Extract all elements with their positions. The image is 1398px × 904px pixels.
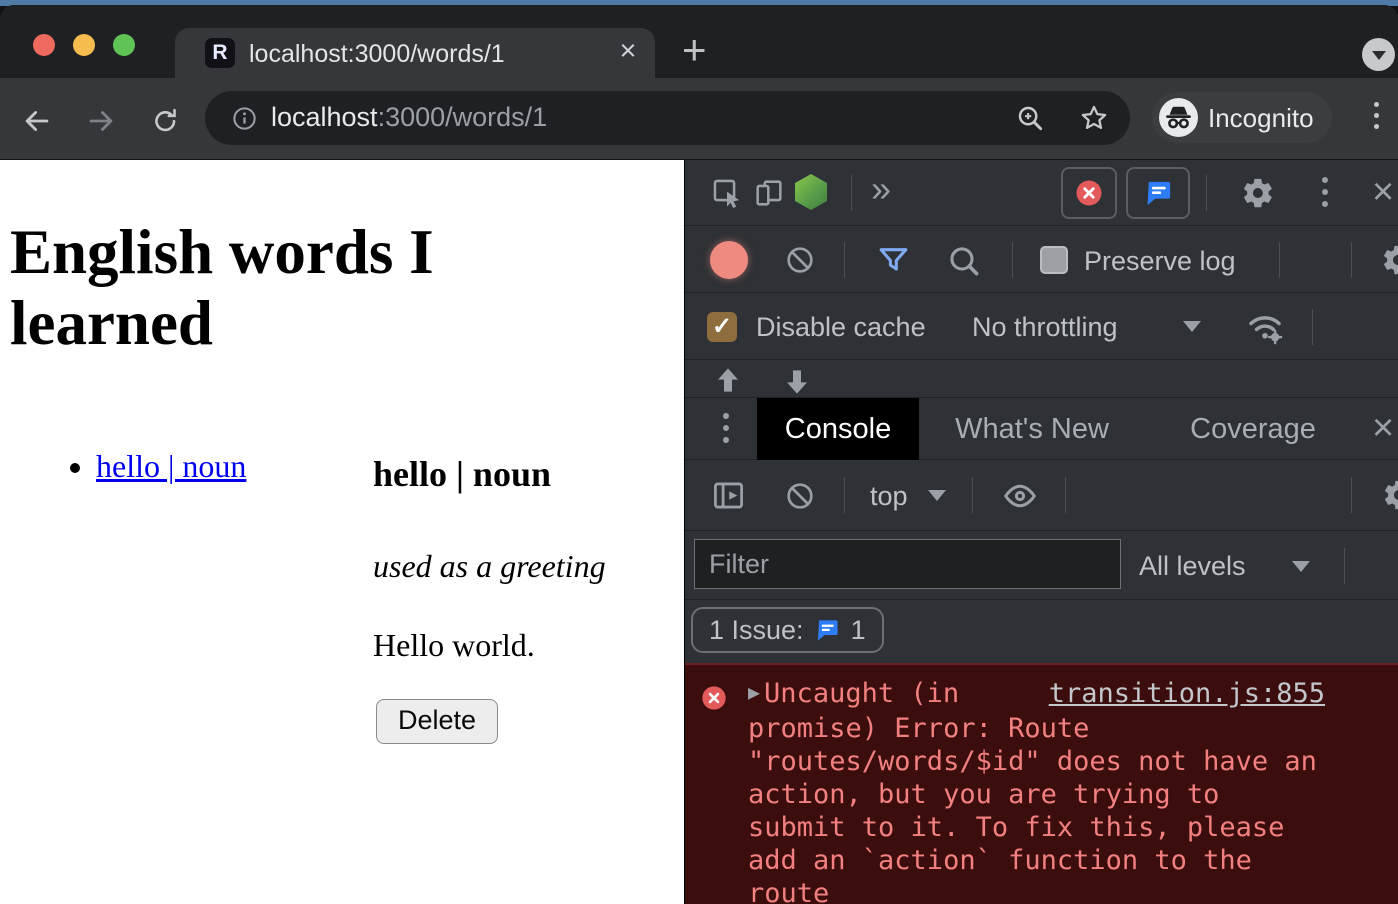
network-har-row	[685, 361, 1398, 398]
traffic-light-minimize[interactable]	[73, 34, 95, 56]
incognito-icon	[1159, 98, 1198, 137]
expand-triangle-icon[interactable]: ▶	[748, 676, 760, 709]
chevron-down-icon	[1372, 51, 1386, 60]
bookmark-star-icon[interactable]	[1079, 103, 1109, 133]
word-example: Hello world.	[373, 627, 535, 664]
issues-button[interactable]	[1126, 167, 1190, 219]
nodejs-icon[interactable]	[795, 174, 827, 210]
error-message-text: Uncaught (in promise) Error: Route "rout…	[748, 678, 1317, 904]
devtools-main-toolbar: » ×	[685, 160, 1398, 226]
drawer-close-icon[interactable]: ×	[1372, 409, 1394, 447]
page-title: English words I learned	[10, 217, 610, 359]
tab-strip: R localhost:3000/words/1 × +	[0, 5, 1398, 78]
word-definition: used as a greeting	[373, 548, 606, 585]
execution-context-select[interactable]: top	[870, 481, 908, 511]
traffic-light-close[interactable]	[33, 34, 55, 56]
forward-button[interactable]	[84, 104, 118, 138]
tab-coverage[interactable]: Coverage	[1188, 398, 1318, 460]
url-host: localhost	[271, 102, 378, 132]
network-conditions-icon[interactable]	[1244, 306, 1286, 348]
issue-label: 1 Issue:	[709, 615, 804, 645]
device-toolbar-icon[interactable]	[752, 176, 786, 210]
disable-cache-checkbox[interactable]: ✓	[707, 312, 737, 342]
error-badge-button[interactable]	[1061, 167, 1117, 219]
tab-close-icon[interactable]: ×	[613, 35, 643, 69]
console-toolbar: top	[685, 460, 1398, 531]
preserve-log-checkbox[interactable]	[1040, 246, 1068, 274]
import-har-icon[interactable]	[712, 365, 744, 397]
clear-network-icon[interactable]	[784, 244, 816, 276]
reload-button[interactable]	[150, 106, 184, 140]
zoom-icon[interactable]	[1015, 103, 1045, 133]
word-detail-panel: hello | noun used as a greeting Hello wo…	[373, 453, 678, 904]
devtools-panel: » ×	[684, 160, 1398, 904]
network-toolbar: Preserve log	[685, 227, 1398, 293]
search-icon[interactable]	[945, 242, 982, 279]
browser-toolbar: localhost:3000/words/1 Incognito	[0, 78, 1398, 160]
url-path: :3000/words/1	[378, 102, 548, 132]
inspect-element-icon[interactable]	[710, 176, 744, 210]
incognito-badge[interactable]: Incognito	[1152, 92, 1332, 143]
console-error-entry: transition.js:855 ▶Uncaught (in promise)…	[685, 663, 1398, 904]
word-link[interactable]: hello | noun	[96, 448, 246, 484]
level-dropdown-icon[interactable]	[1292, 561, 1310, 572]
preserve-log-label[interactable]: Preserve log	[1084, 246, 1236, 276]
throttling-dropdown-icon[interactable]	[1183, 321, 1201, 332]
traffic-light-zoom[interactable]	[113, 34, 135, 56]
incognito-label: Incognito	[1208, 103, 1314, 134]
network-options-toolbar: ✓ Disable cache No throttling	[685, 294, 1398, 360]
tab-console[interactable]: Console	[757, 398, 919, 460]
log-level-select[interactable]: All levels	[1139, 551, 1246, 581]
word-list: hello | noun	[0, 448, 246, 485]
delete-button[interactable]: Delete	[376, 699, 498, 744]
tab-whats-new[interactable]: What's New	[947, 398, 1117, 460]
devtools-close-icon[interactable]: ×	[1372, 173, 1394, 211]
issue-bar: 1 Issue: 1	[685, 600, 1398, 663]
new-tab-button[interactable]: +	[682, 29, 707, 71]
throttling-select[interactable]: No throttling	[972, 312, 1118, 342]
live-expression-eye-icon[interactable]	[1000, 478, 1040, 514]
error-message-block: transition.js:855 ▶Uncaught (in promise)…	[748, 677, 1325, 904]
settings-gear-icon[interactable]	[1241, 176, 1275, 210]
disable-cache-label[interactable]: Disable cache	[756, 312, 926, 342]
record-network-log-icon[interactable]	[710, 241, 748, 279]
issue-bubble-icon	[814, 617, 841, 644]
error-icon	[700, 684, 728, 712]
drawer-menu-icon[interactable]	[723, 413, 729, 449]
tab-search-button[interactable]	[1362, 38, 1395, 71]
filter-funnel-icon[interactable]	[875, 242, 912, 279]
console-filter-row: All levels	[685, 531, 1398, 600]
browser-menu-icon[interactable]	[1374, 102, 1380, 135]
list-item: hello | noun	[96, 448, 246, 485]
export-har-icon[interactable]	[781, 365, 813, 397]
remix-favicon-icon: R	[205, 38, 235, 68]
web-page: English words I learned hello | noun hel…	[0, 160, 684, 904]
tab-title: localhost:3000/words/1	[249, 40, 505, 69]
address-bar[interactable]: localhost:3000/words/1	[205, 91, 1130, 145]
more-tabs-icon[interactable]: »	[871, 168, 891, 210]
back-button[interactable]	[20, 104, 54, 138]
issue-counter-button[interactable]: 1 Issue: 1	[691, 607, 884, 653]
word-title: hello | noun	[373, 453, 551, 495]
devtools-menu-icon[interactable]	[1322, 177, 1328, 213]
browser-window: R localhost:3000/words/1 × + localhost:3…	[0, 5, 1398, 904]
drawer-tab-bar: Console What's New Coverage ×	[685, 398, 1398, 460]
console-settings-gear-icon[interactable]	[1382, 478, 1398, 512]
console-filter-input[interactable]	[694, 539, 1121, 589]
network-settings-gear-icon[interactable]	[1381, 243, 1398, 277]
clear-console-icon[interactable]	[784, 480, 816, 512]
context-dropdown-icon[interactable]	[928, 490, 946, 501]
error-source-link[interactable]: transition.js:855	[1049, 677, 1325, 710]
issue-count: 1	[851, 615, 866, 645]
url-text: localhost:3000/words/1	[271, 102, 547, 133]
browser-tab[interactable]: R localhost:3000/words/1 ×	[175, 28, 655, 78]
site-info-icon[interactable]	[231, 105, 258, 132]
console-sidebar-icon[interactable]	[710, 477, 747, 514]
